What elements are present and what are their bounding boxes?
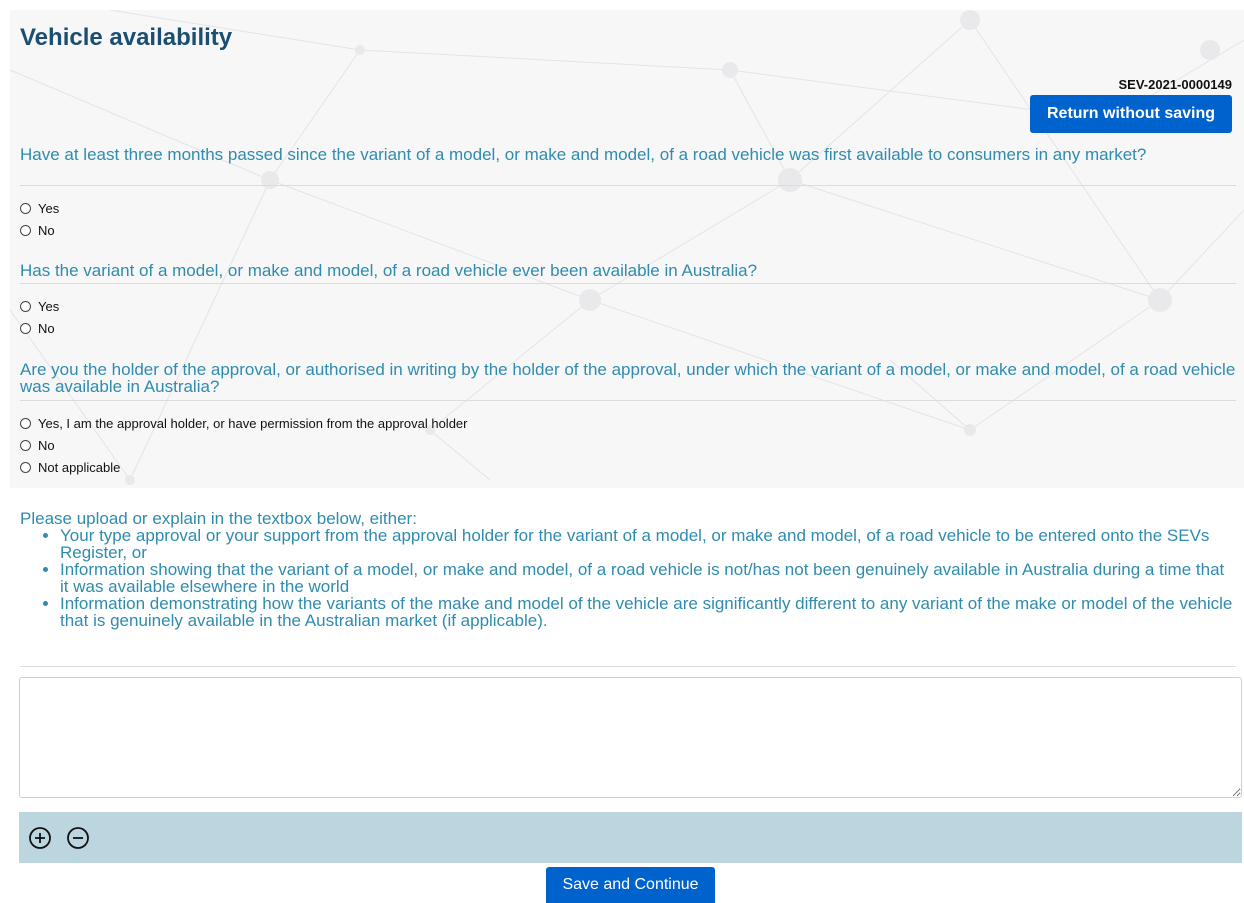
option-label: No xyxy=(38,320,55,336)
radio-button[interactable] xyxy=(20,461,31,473)
option-label: No xyxy=(38,222,55,238)
page-title: Vehicle availability xyxy=(20,24,233,51)
option-label: Yes xyxy=(38,298,60,314)
radio-button[interactable] xyxy=(20,417,31,429)
upload-requirements-list: Your type approval or your support from … xyxy=(20,527,1236,629)
option-label: Yes, I am the approval holder, or have p… xyxy=(38,415,468,431)
question-3-text: Are you the holder of the approval, or a… xyxy=(20,360,1236,396)
explanation-textbox[interactable] xyxy=(19,677,1242,798)
question-2-text: Has the variant of a model, or make and … xyxy=(20,261,758,280)
radio-button[interactable] xyxy=(20,322,31,334)
radio-button[interactable] xyxy=(20,202,31,214)
question-2-divider xyxy=(20,283,1236,284)
radio-button[interactable] xyxy=(20,224,31,236)
return-without-saving-button[interactable]: Return without saving xyxy=(1030,95,1232,133)
option-label: Not applicable xyxy=(38,459,121,475)
question-3-option-no[interactable]: No xyxy=(20,437,55,453)
question-1-option-no[interactable]: No xyxy=(20,222,55,238)
option-label: No xyxy=(38,437,55,453)
save-and-continue-button[interactable]: Save and Continue xyxy=(546,867,715,903)
upload-instructions: Please upload or explain in the textbox … xyxy=(20,510,1236,629)
upload-intro: Please upload or explain in the textbox … xyxy=(20,509,417,528)
minus-circle-icon[interactable] xyxy=(65,825,91,851)
upload-requirement-item: Information showing that the variant of … xyxy=(60,561,1236,595)
option-label: Yes xyxy=(38,200,60,216)
vehicle-availability-form: Vehicle availability SEV-2021-0000149 Re… xyxy=(0,0,1244,903)
radio-button[interactable] xyxy=(20,439,31,451)
question-2-option-yes[interactable]: Yes xyxy=(20,298,59,314)
question-3-option-yes-holder[interactable]: Yes, I am the approval holder, or have p… xyxy=(20,415,467,431)
question-1-divider xyxy=(20,185,1236,186)
question-3-option-not-applicable[interactable]: Not applicable xyxy=(20,459,120,475)
upload-divider xyxy=(20,666,1236,667)
question-1-option-yes[interactable]: Yes xyxy=(20,200,59,216)
question-3-divider xyxy=(20,400,1236,401)
attachment-toolbar xyxy=(19,812,1242,863)
radio-button[interactable] xyxy=(20,300,31,312)
application-reference: SEV-2021-0000149 xyxy=(1118,77,1232,92)
plus-circle-icon[interactable] xyxy=(27,825,53,851)
question-2-option-no[interactable]: No xyxy=(20,320,55,336)
upload-requirement-item: Your type approval or your support from … xyxy=(60,527,1236,561)
question-1-text: Have at least three months passed since … xyxy=(20,145,1147,164)
upload-requirement-item: Information demonstrating how the varian… xyxy=(60,595,1236,629)
